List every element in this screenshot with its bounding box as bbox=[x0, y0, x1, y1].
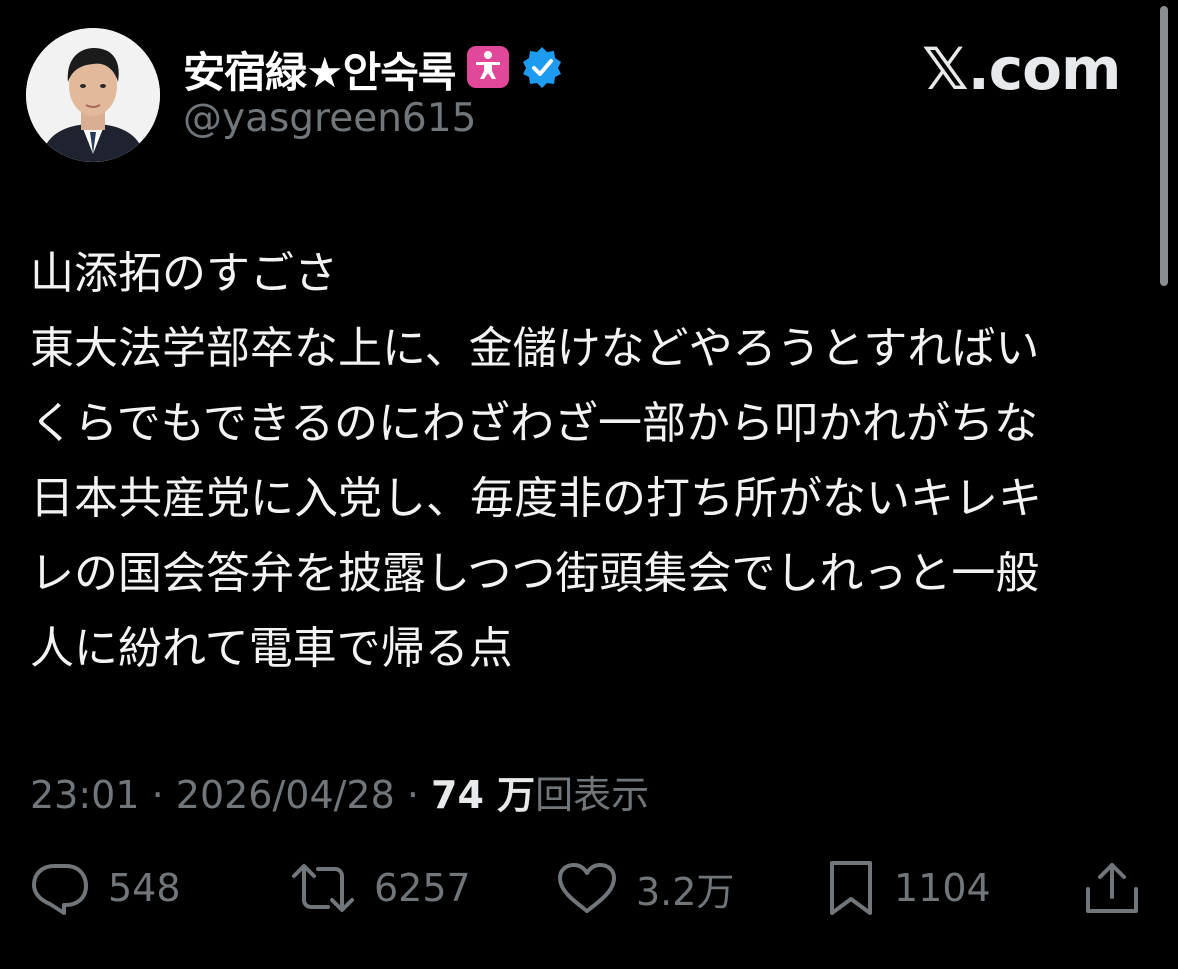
scrollbar[interactable] bbox=[1160, 6, 1168, 286]
share-icon bbox=[1082, 859, 1142, 917]
tweet-date[interactable]: 2026/04/28 bbox=[176, 773, 395, 817]
repost-button[interactable]: 6257 bbox=[290, 856, 471, 920]
bookmark-icon bbox=[826, 859, 876, 917]
tweet-text: 山添拓のすごさ 東大法学部卒な上に、金儲けなどやろうとすればい くらでもできるの… bbox=[30, 236, 1140, 686]
author-header: 安宿緑★안숙록 bbox=[183, 40, 564, 98]
share-button[interactable] bbox=[1082, 856, 1142, 920]
reply-icon bbox=[30, 861, 90, 915]
repost-icon bbox=[290, 861, 356, 915]
avatar[interactable] bbox=[26, 28, 160, 162]
view-count: 74 万 bbox=[431, 773, 536, 817]
heart-icon bbox=[556, 861, 618, 915]
tweet-line: レの国会答弁を披露しつつ街頭集会でしれっと一般 bbox=[30, 548, 1040, 599]
user-handle[interactable]: @yasgreen615 bbox=[183, 96, 476, 141]
bookmark-count: 1104 bbox=[894, 866, 991, 910]
tweet-line: 山添拓のすごさ bbox=[30, 248, 338, 299]
brand-text: 𝕏.com bbox=[922, 35, 1121, 103]
tweet-line: 東大法学部卒な上に、金儲けなどやろうとすればい bbox=[30, 323, 1040, 374]
x-logo: 𝕏.com bbox=[922, 35, 1121, 103]
tweet-line: 人に紛れて電車で帰る点 bbox=[30, 623, 513, 674]
reply-button[interactable]: 548 bbox=[30, 856, 181, 920]
like-button[interactable]: 3.2万 bbox=[556, 856, 734, 920]
meta-separator: · bbox=[139, 773, 176, 817]
bookmark-button[interactable]: 1104 bbox=[826, 856, 991, 920]
tweet-meta: 23:01 · 2026/04/28 · 74 万 回表示 bbox=[30, 764, 649, 819]
repost-count: 6257 bbox=[374, 866, 471, 910]
reply-count: 548 bbox=[108, 866, 181, 910]
display-name[interactable]: 安宿緑★안숙록 bbox=[183, 39, 457, 100]
person-standing-pink-icon bbox=[466, 45, 510, 93]
tweet-line: くらでもできるのにわざわざ一部から叩かれがちな bbox=[30, 398, 1039, 449]
verified-badge-icon[interactable] bbox=[520, 45, 564, 93]
like-count: 3.2万 bbox=[636, 869, 735, 914]
action-bar: 548 6257 3.2万 1104 bbox=[0, 856, 1178, 920]
tweet-time[interactable]: 23:01 bbox=[30, 773, 140, 817]
tweet-line: 日本共産党に入党し、毎度非の打ち所がないキレキ bbox=[30, 473, 1042, 524]
meta-separator: · bbox=[394, 773, 432, 817]
view-label: 回表示 bbox=[535, 773, 650, 817]
